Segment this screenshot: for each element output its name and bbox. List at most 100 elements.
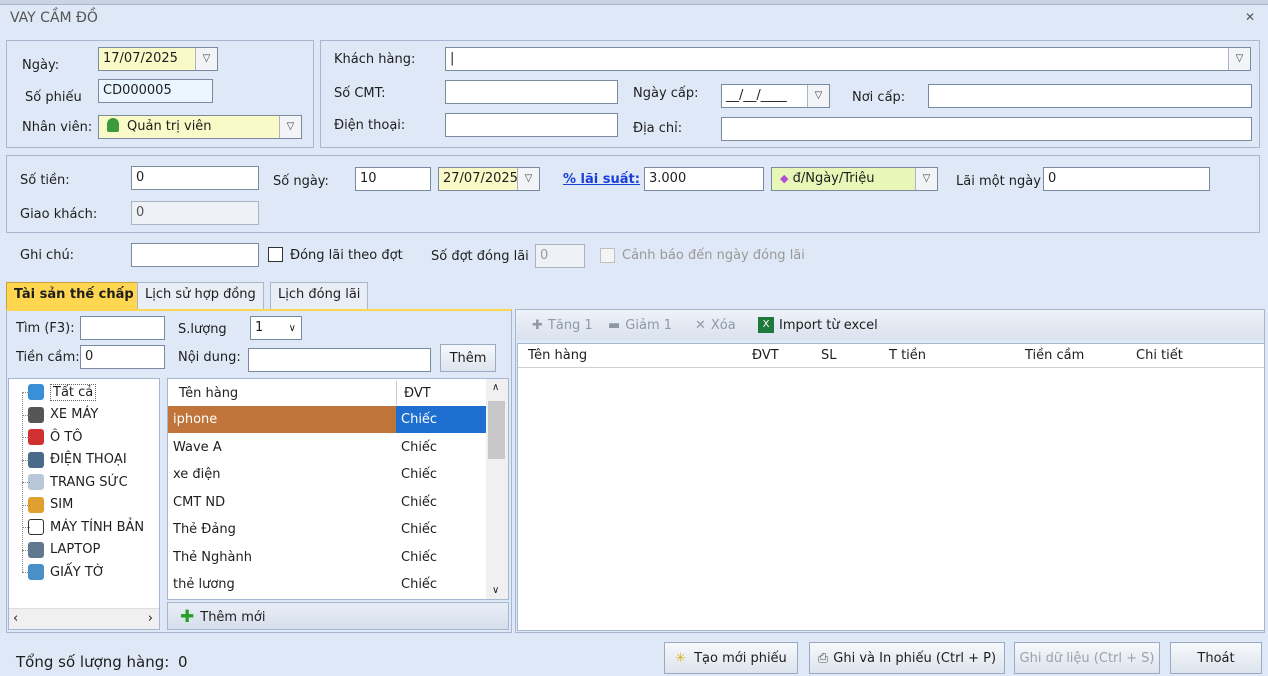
so-ngay-input[interactable]: 10 [355, 167, 431, 191]
tim-label: Tìm (F3): [16, 321, 75, 336]
tang-button[interactable]: ✚ Tăng 1 [532, 314, 593, 336]
tree-item[interactable]: SIM [22, 494, 73, 516]
canh-bao-label: Cảnh báo đến ngày đóng lãi [622, 248, 805, 263]
so-cmt-input[interactable] [445, 80, 618, 104]
due-date-input[interactable]: 27/07/2025 ▽ [438, 167, 540, 191]
dia-chi-input[interactable] [721, 117, 1252, 141]
khach-hang-dropdown-icon[interactable]: ▽ [1228, 48, 1250, 70]
dien-thoai-label: Điện thoại: [334, 118, 406, 133]
scroll-up-icon[interactable]: ∧ [492, 382, 499, 393]
tablet-icon [28, 519, 44, 535]
product-grid-vscroll[interactable]: ∧ ∨ [486, 379, 508, 599]
lai-mot-ngay-input[interactable]: 0 [1043, 167, 1210, 191]
product-unit-cell: Chiếc [401, 522, 438, 537]
detail-header-detail: Chi tiết [1136, 348, 1183, 363]
tree-connector [22, 572, 30, 573]
tien-cam-label: Tiền cầm: [16, 350, 80, 365]
import-button[interactable]: X Import từ excel [758, 314, 878, 336]
ngay-cap-label: Ngày cấp: [633, 86, 699, 101]
lai-suat-link[interactable]: % lãi suất: [563, 172, 640, 187]
tree-item[interactable]: TRANG SỨC [22, 471, 128, 493]
add-new-button[interactable]: ✚ Thêm mới [180, 607, 265, 627]
table-row[interactable]: xe điện Chiếc [168, 461, 486, 488]
lai-unit-select[interactable]: ◆ đ/Ngày/Triệu ▽ [771, 167, 938, 191]
ngay-cap-value: __/__/____ [726, 88, 787, 103]
scroll-down-icon[interactable]: ∨ [492, 585, 499, 596]
ngay-label: Ngày: [22, 58, 60, 73]
tang-icon: ✚ [532, 317, 543, 333]
nhan-vien-dropdown-icon[interactable]: ▽ [279, 116, 301, 138]
giao-khach-input[interactable]: 0 [131, 201, 259, 225]
thoat-button[interactable]: Thoát [1170, 642, 1262, 674]
product-unit-cell: Chiếc [401, 577, 438, 592]
tab-lich-dong-lai[interactable]: Lịch đóng lãi [270, 282, 369, 309]
so-tien-input[interactable]: 0 [131, 166, 259, 190]
so-tien-label: Số tiền: [20, 173, 70, 188]
dien-thoai-input[interactable] [445, 113, 618, 137]
sim-icon [28, 496, 44, 513]
so-dot-input[interactable]: 0 [535, 244, 585, 268]
them-button[interactable]: Thêm [440, 344, 496, 372]
lai-unit-dropdown-icon[interactable]: ▽ [915, 168, 937, 190]
khach-hang-input[interactable]: | ▽ [445, 47, 1251, 71]
tab-tai-san[interactable]: Tài sản thế chấp [6, 282, 142, 310]
tien-cam-input[interactable]: 0 [80, 345, 165, 369]
close-icon[interactable]: ✕ [1245, 10, 1255, 24]
tab-lich-su[interactable]: Lịch sử hợp đồng [137, 282, 264, 309]
tree-item[interactable]: Ô TÔ [22, 426, 83, 448]
nhan-vien-select[interactable]: Quản trị viên ▽ [98, 115, 302, 139]
tree-connector [22, 549, 30, 551]
tree-item[interactable]: LAPTOP [22, 539, 100, 561]
ngay-cap-dropdown-icon[interactable]: ▽ [807, 85, 829, 107]
tree-item[interactable]: GIẤY TỜ [22, 561, 105, 583]
ghi-chu-input[interactable] [131, 243, 259, 267]
due-date-dropdown-icon[interactable]: ▽ [517, 168, 539, 190]
ngay-input[interactable]: 17/07/2025 ▽ [98, 47, 218, 71]
sl-select[interactable]: 1 ∨ [250, 316, 302, 340]
ngay-cap-input[interactable]: __/__/____ ▽ [721, 84, 830, 108]
product-name-cell: xe điện [173, 467, 221, 482]
dia-chi-label: Địa chỉ: [633, 121, 683, 136]
tree-item[interactable]: MÁY TÍNH BẢN [22, 516, 144, 538]
tong-value: 0 [178, 653, 188, 671]
ghi-in-button[interactable]: ⎙ Ghi và In phiếu (Ctrl + P) [809, 642, 1005, 674]
table-row[interactable]: CMT ND Chiếc [168, 489, 486, 516]
ngay-dropdown-icon[interactable]: ▽ [195, 48, 217, 70]
noi-cap-input[interactable] [928, 84, 1252, 108]
product-grid-header-sep [396, 381, 397, 405]
tao-moi-button[interactable]: ✳ Tạo mới phiếu [664, 642, 798, 674]
xoa-button[interactable]: ✕ Xóa [695, 314, 736, 336]
so-phieu-input[interactable]: CD000005 [98, 79, 213, 103]
tree-hscroll[interactable]: ‹ › [9, 608, 159, 629]
detail-header-pawn: Tiền cầm [1025, 348, 1085, 363]
lai-suat-input[interactable]: 3.000 [644, 167, 764, 191]
khach-hang-value: | [450, 51, 455, 66]
table-row[interactable]: Thẻ Nghành Chiếc [168, 544, 486, 571]
ghi-du-lieu-button[interactable]: Ghi dữ liệu (Ctrl + S) [1014, 642, 1160, 674]
detail-grid [517, 343, 1265, 631]
table-row[interactable]: Wave A Chiếc [168, 434, 486, 461]
table-row[interactable]: Thẻ Đảng Chiếc [168, 516, 486, 543]
tree-item[interactable]: Tất cả [22, 381, 97, 403]
so-ngay-label: Số ngày: [273, 174, 329, 189]
table-row[interactable]: thẻ lương Chiếc [168, 571, 486, 598]
tree-item[interactable]: XE MÁY [22, 404, 98, 426]
scroll-thumb[interactable] [488, 401, 505, 459]
phone-icon [28, 451, 44, 468]
giam-button[interactable]: ▬ Giảm 1 [608, 314, 672, 336]
tree-item[interactable]: ĐIỆN THOẠI [22, 449, 127, 471]
diamond-icon [28, 474, 44, 490]
noi-cap-label: Nơi cấp: [852, 90, 906, 105]
noi-dung-input[interactable] [248, 348, 431, 372]
product-unit-cell: Chiếc [401, 549, 438, 565]
scroll-right-icon[interactable]: › [148, 611, 153, 626]
tree-item-label: ĐIỆN THOẠI [50, 452, 127, 467]
lai-unit-value: đ/Ngày/Triệu [792, 171, 875, 186]
noi-dung-label: Nội dung: [178, 350, 241, 365]
table-row[interactable]: iphone Chiếc [168, 406, 486, 433]
scroll-left-icon[interactable]: ‹ [13, 611, 18, 626]
canh-bao-checkbox[interactable] [600, 248, 615, 263]
dong-lai-checkbox[interactable] [268, 247, 283, 262]
sl-dropdown-icon[interactable]: ∨ [289, 320, 296, 338]
tim-input[interactable] [80, 316, 165, 340]
